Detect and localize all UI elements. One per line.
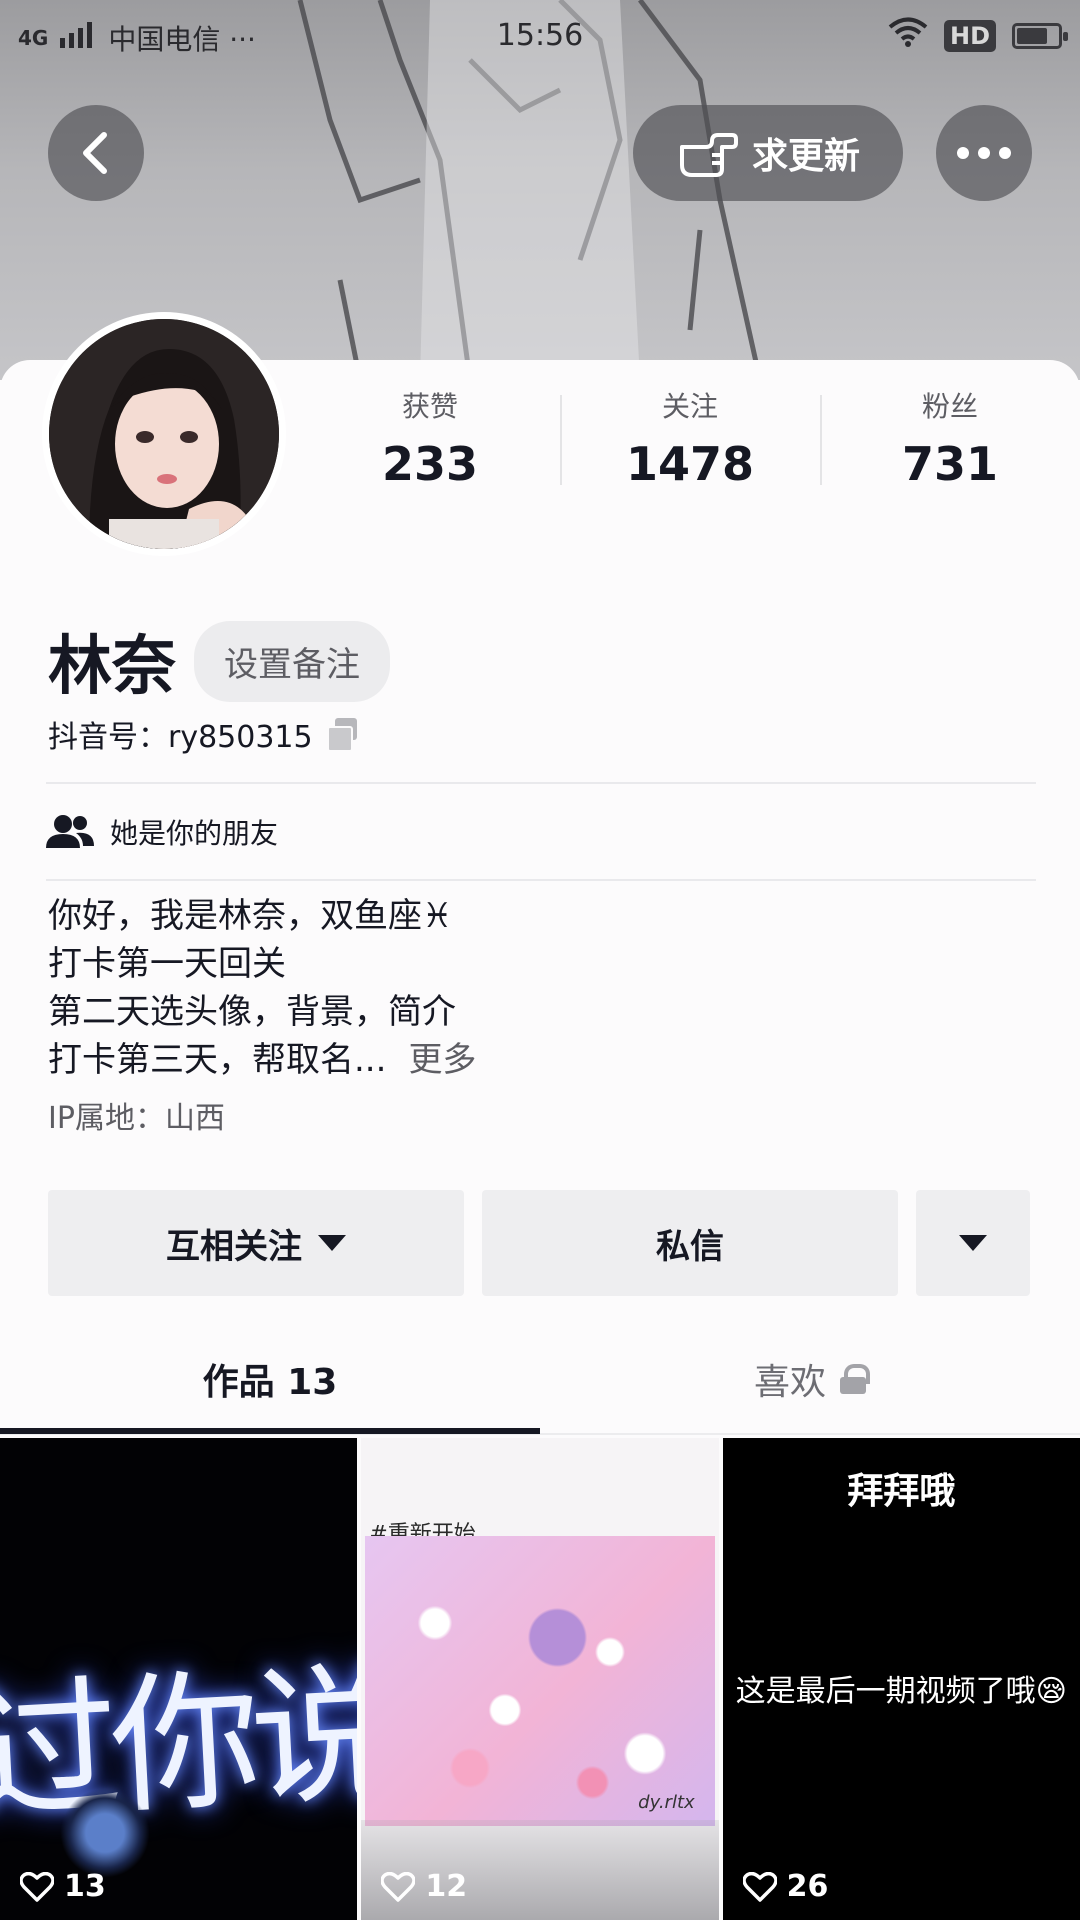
avatar[interactable] — [42, 312, 286, 556]
like-count: 12 — [425, 1869, 468, 1904]
message-label: 私信 — [656, 1226, 724, 1267]
more-dots-icon — [957, 147, 1011, 159]
heart-icon — [742, 1871, 777, 1902]
divider — [46, 782, 1036, 784]
request-update-button[interactable]: 求更新 — [633, 105, 903, 201]
video-title: 拜拜哦 — [847, 1471, 956, 1512]
stat-followers[interactable]: 粉丝 731 — [820, 385, 1080, 495]
bio-line: 第二天选头像，背景，简介 — [48, 992, 456, 1032]
caret-down-icon — [318, 1235, 346, 1251]
video-grid: 过你说 13 #重新开始 dy.rltx 12 拜拜哦 这是最后一期视频了哦😪 … — [0, 1438, 1080, 1920]
divider — [46, 879, 1036, 881]
video-watermark: dy.rltx — [638, 1792, 695, 1813]
profile-page: 4G 中国电信 ··· 15:56 HD 求更新 获赞 233 关注 1478 … — [0, 0, 1080, 1920]
video-likes: 13 — [20, 1869, 106, 1904]
profile-stats: 获赞 233 关注 1478 粉丝 731 — [300, 385, 1080, 495]
video-thumbnail[interactable]: 过你说 13 — [0, 1438, 358, 1920]
lock-icon — [840, 1364, 870, 1394]
stat-following[interactable]: 关注 1478 — [560, 385, 820, 495]
heart-icon — [381, 1871, 416, 1902]
stat-value: 731 — [901, 437, 999, 491]
chevron-left-icon — [83, 132, 107, 174]
content-tabs: 作品 13 喜欢 — [0, 1325, 1080, 1433]
video-overlay-text: 过你说 — [0, 1647, 358, 1843]
tab-works[interactable]: 作品 13 — [0, 1325, 540, 1433]
video-image — [365, 1536, 715, 1826]
douyin-id-row: 抖音号：ry850315 — [48, 712, 359, 756]
battery-icon — [1012, 22, 1068, 49]
more-actions-button[interactable] — [916, 1190, 1030, 1296]
hd-badge: HD — [943, 19, 996, 52]
stat-value: 1478 — [625, 437, 755, 491]
friend-note-text: 她是你的朋友 — [110, 817, 279, 850]
video-caption: 这是最后一期视频了哦😪 — [735, 1674, 1067, 1709]
video-thumbnail[interactable]: 拜拜哦 这是最后一期视频了哦😪 26 — [722, 1438, 1080, 1920]
like-count: 13 — [64, 1869, 106, 1904]
bio-line: 打卡第三天，帮取名... — [48, 1040, 387, 1080]
video-likes: 12 — [381, 1869, 467, 1904]
message-button[interactable]: 私信 — [482, 1190, 898, 1296]
tab-likes[interactable]: 喜欢 — [540, 1325, 1080, 1433]
status-bar: 4G 中国电信 ··· 15:56 HD — [0, 0, 1080, 76]
request-update-label: 求更新 — [751, 136, 860, 177]
users-icon — [46, 815, 94, 848]
stat-label: 获赞 — [401, 390, 458, 423]
wave-graphic — [60, 1788, 150, 1878]
stat-label: 关注 — [661, 390, 718, 423]
heart-icon — [20, 1871, 54, 1902]
tab-works-label: 作品 13 — [202, 1362, 338, 1403]
more-options-button[interactable] — [936, 105, 1032, 201]
set-remark-button[interactable]: 设置备注 — [194, 620, 390, 702]
caret-down-icon — [959, 1235, 987, 1251]
bio[interactable]: 你好，我是林奈，双鱼座♓ 打卡第一天回关 第二天选头像，背景，简介 打卡第三天，… — [48, 892, 476, 1084]
active-tab-indicator — [0, 1428, 540, 1434]
wifi-icon — [888, 16, 928, 55]
copy-icon[interactable] — [326, 718, 359, 752]
video-thumbnail[interactable]: #重新开始 dy.rltx 12 — [361, 1438, 719, 1920]
stat-likes[interactable]: 获赞 233 — [300, 385, 560, 495]
back-button[interactable] — [48, 105, 144, 201]
mutual-follow-button[interactable]: 互相关注 — [48, 1190, 464, 1296]
stat-value: 233 — [381, 437, 479, 491]
stat-label: 粉丝 — [921, 390, 978, 423]
bio-line: 你好，我是林奈，双鱼座♓ — [48, 896, 453, 936]
friend-note: 她是你的朋友 — [46, 812, 278, 852]
tab-likes-label: 喜欢 — [753, 1362, 826, 1403]
like-count: 26 — [786, 1869, 829, 1904]
profile-name: 林奈 — [48, 630, 176, 704]
name-row: 林奈 设置备注 — [48, 615, 390, 707]
mutual-follow-label: 互相关注 — [166, 1226, 302, 1267]
pointing-hand-icon — [679, 133, 738, 177]
ip-location: IP属地：山西 — [48, 1101, 225, 1136]
action-buttons: 互相关注 私信 — [48, 1190, 1030, 1296]
video-likes: 26 — [742, 1869, 829, 1904]
bio-more-link[interactable]: 更多 — [408, 1040, 476, 1080]
douyin-id: 抖音号：ry850315 — [48, 720, 313, 755]
bio-line: 打卡第一天回关 — [48, 944, 286, 984]
